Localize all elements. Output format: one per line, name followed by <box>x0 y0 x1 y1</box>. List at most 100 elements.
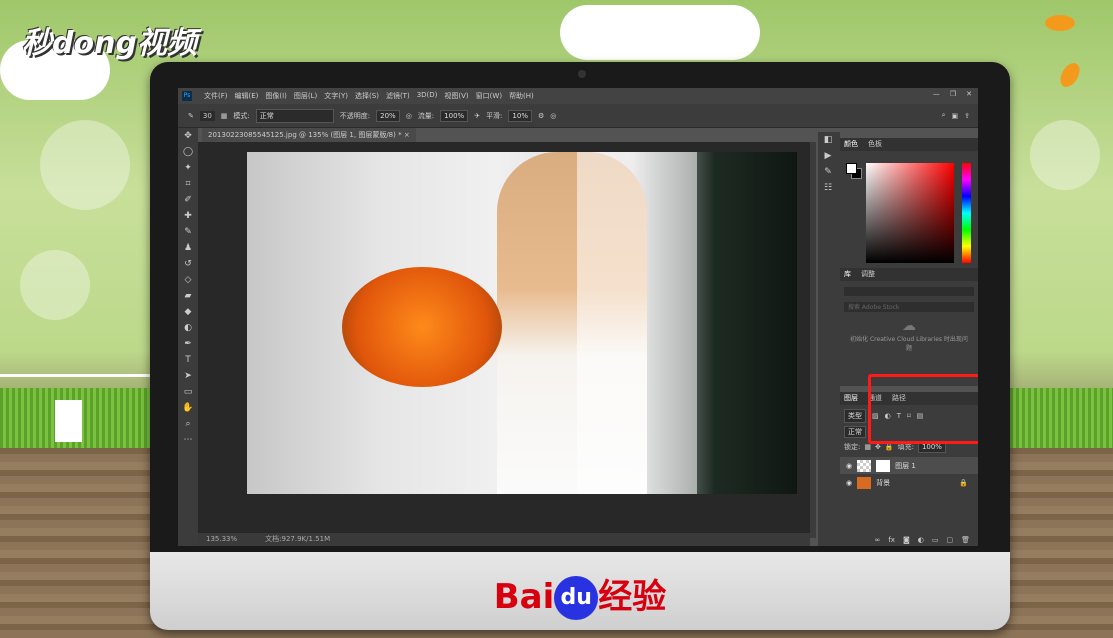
new-group-icon[interactable]: ▭ <box>932 536 939 544</box>
eyedropper-tool-icon[interactable]: ✐ <box>178 192 198 208</box>
pen-tool-icon[interactable]: ✒ <box>178 336 198 352</box>
hand-tool-icon[interactable]: ✋ <box>178 400 198 416</box>
minimize-icon[interactable]: — <box>933 90 940 98</box>
brush-tool-icon[interactable]: ✎ <box>178 224 198 240</box>
menu-item[interactable]: 滤镜(T) <box>386 91 410 101</box>
healing-brush-icon[interactable]: ✚ <box>178 208 198 224</box>
lock-pixels-icon[interactable]: ▦ <box>864 443 871 451</box>
tab-color[interactable]: 颜色 <box>844 138 858 151</box>
brush-size-picker[interactable]: 30 <box>199 110 215 121</box>
brush-panel-icon[interactable]: ▦ <box>221 112 228 120</box>
menu-item[interactable]: 选择(S) <box>355 91 379 101</box>
close-icon[interactable]: ✕ <box>966 90 972 98</box>
crop-tool-icon[interactable]: ⌗ <box>178 176 198 192</box>
menu-item[interactable]: 编辑(E) <box>235 91 259 101</box>
layer-filter-select[interactable]: 类型 <box>844 409 866 423</box>
actions-icon[interactable]: ▶ <box>818 148 838 164</box>
layer-row[interactable]: ◉ 图层 1 <box>840 457 978 474</box>
airbrush-icon[interactable]: ✈ <box>474 112 480 120</box>
new-adjustment-icon[interactable]: ◐ <box>918 536 924 544</box>
stock-search-input[interactable]: 搜索 Adobe Stock <box>844 302 974 312</box>
menu-bar: Ps 文件(F) 编辑(E) 图像(I) 图层(L) 文字(Y) 选择(S) 滤镜(T) 3D… <box>178 88 978 104</box>
eraser-tool-icon[interactable]: ◇ <box>178 272 198 288</box>
lasso-tool-icon[interactable]: ◯ <box>178 144 198 160</box>
search-icon[interactable]: ⌕ <box>942 111 946 120</box>
more-tools-icon[interactable]: ⋯ <box>178 432 198 448</box>
restore-icon[interactable]: ❐ <box>950 90 956 98</box>
fx-icon[interactable]: fx <box>888 536 895 544</box>
menu-item[interactable]: 文字(Y) <box>324 91 348 101</box>
vertical-scrollbar[interactable] <box>810 142 816 538</box>
gradient-tool-icon[interactable]: ▰ <box>178 288 198 304</box>
history-brush-icon[interactable]: ↺ <box>178 256 198 272</box>
baidu-suffix: 经验 <box>598 576 667 617</box>
layer-row[interactable]: ◉ 背景 🔒 <box>840 474 978 491</box>
new-layer-icon[interactable]: ▢ <box>946 536 953 544</box>
pressure-size-icon[interactable]: ◎ <box>550 112 556 120</box>
zoom-level[interactable]: 135.33% <box>206 533 237 546</box>
opacity-field[interactable]: 20% <box>376 109 400 122</box>
mode-select[interactable]: 正常 <box>255 108 334 123</box>
menu-item[interactable]: 窗口(W) <box>476 91 502 101</box>
menu-item[interactable]: 3D(D) <box>417 91 438 101</box>
libraries-panel-tabs: 库 调整 <box>840 268 978 281</box>
menu-item[interactable]: 图层(L) <box>294 91 317 101</box>
add-mask-icon[interactable]: ◙ <box>903 536 910 544</box>
foreground-color-swatch[interactable] <box>846 163 857 174</box>
dodge-tool-icon[interactable]: ◐ <box>178 320 198 336</box>
library-message: 初始化 Creative Cloud Libraries 时出现问题 <box>850 336 968 352</box>
move-tool-icon[interactable]: ✥ <box>178 128 198 144</box>
tools-panel: ✥ ◯ ✦ ⌗ ✐ ✚ ✎ ♟ ↺ ◇ ▰ ◆ ◐ ✒ T ➤ ▭ ✋ ⌕ ⋯ <box>178 128 198 546</box>
layers-footer: ∞ fx ◙ ◐ ▭ ▢ 🗑 <box>875 536 971 544</box>
gear-icon[interactable]: ⚙ <box>538 112 544 120</box>
canvas-area[interactable] <box>198 142 810 538</box>
tab-swatches[interactable]: 色板 <box>868 138 882 151</box>
clone-stamp-icon[interactable]: ♟ <box>178 240 198 256</box>
blur-tool-icon[interactable]: ◆ <box>178 304 198 320</box>
layer-thumbnail <box>857 459 872 472</box>
visibility-eye-icon[interactable]: ◉ <box>846 479 852 487</box>
link-layers-icon[interactable]: ∞ <box>875 536 881 544</box>
tab-adjustments[interactable]: 调整 <box>861 268 875 281</box>
color-picker-field[interactable] <box>866 163 954 263</box>
menu-item[interactable]: 视图(V) <box>444 91 468 101</box>
hue-slider[interactable] <box>962 163 971 263</box>
quick-select-tool-icon[interactable]: ✦ <box>178 160 198 176</box>
blend-mode-select[interactable]: 正常 <box>844 426 866 438</box>
pressure-opacity-icon[interactable]: ◎ <box>406 112 412 120</box>
path-select-icon[interactable]: ➤ <box>178 368 198 384</box>
flow-field[interactable]: 100% <box>440 109 469 122</box>
smooth-field[interactable]: 10% <box>508 109 532 122</box>
layer-mask-thumbnail[interactable] <box>876 459 891 472</box>
type-tool-icon[interactable]: T <box>178 352 198 368</box>
photoshop-app-icon[interactable]: Ps <box>182 91 192 101</box>
workspace-icon[interactable]: ▣ <box>952 112 959 120</box>
menu-item[interactable]: 帮助(H) <box>509 91 534 101</box>
library-select[interactable] <box>844 287 974 296</box>
color-panel-tabs: 颜色 色板 <box>840 138 978 151</box>
delete-layer-icon[interactable]: 🗑 <box>961 536 970 544</box>
document-tab[interactable]: 20130223085545125.jpg @ 135% (图层 1, 图层蒙版… <box>202 128 416 142</box>
menu-items: 文件(F) 编辑(E) 图像(I) 图层(L) 文字(Y) 选择(S) 滤镜(T) 3D(D)… <box>204 91 534 101</box>
bokeh-light <box>40 120 130 210</box>
rectangle-tool-icon[interactable]: ▭ <box>178 384 198 400</box>
document-size: 文档:927.9K/1.51M <box>265 535 331 543</box>
lock-all-icon[interactable]: 🔒 <box>885 443 894 451</box>
tab-layers[interactable]: 图层 <box>844 392 858 405</box>
lock-position-icon[interactable]: ✥ <box>875 443 881 451</box>
close-tab-icon[interactable]: × <box>404 131 410 139</box>
properties-icon[interactable]: ☷ <box>818 180 838 196</box>
monitor-chin: Bai du 经验 <box>150 552 1010 630</box>
menu-item[interactable]: 图像(I) <box>265 91 287 101</box>
tab-libraries[interactable]: 库 <box>844 268 851 281</box>
bride-photo[interactable] <box>247 152 797 494</box>
veil <box>577 152 697 494</box>
brush-settings-icon[interactable]: ✎ <box>818 164 838 180</box>
menu-item[interactable]: 文件(F) <box>204 91 228 101</box>
brush-tool-icon[interactable]: ✎ <box>188 112 194 120</box>
zoom-tool-icon[interactable]: ⌕ <box>178 416 198 432</box>
share-icon[interactable]: ⇪ <box>964 112 970 120</box>
bokeh-light <box>1030 120 1100 190</box>
history-icon[interactable]: ◧ <box>818 132 838 148</box>
visibility-eye-icon[interactable]: ◉ <box>846 462 852 470</box>
